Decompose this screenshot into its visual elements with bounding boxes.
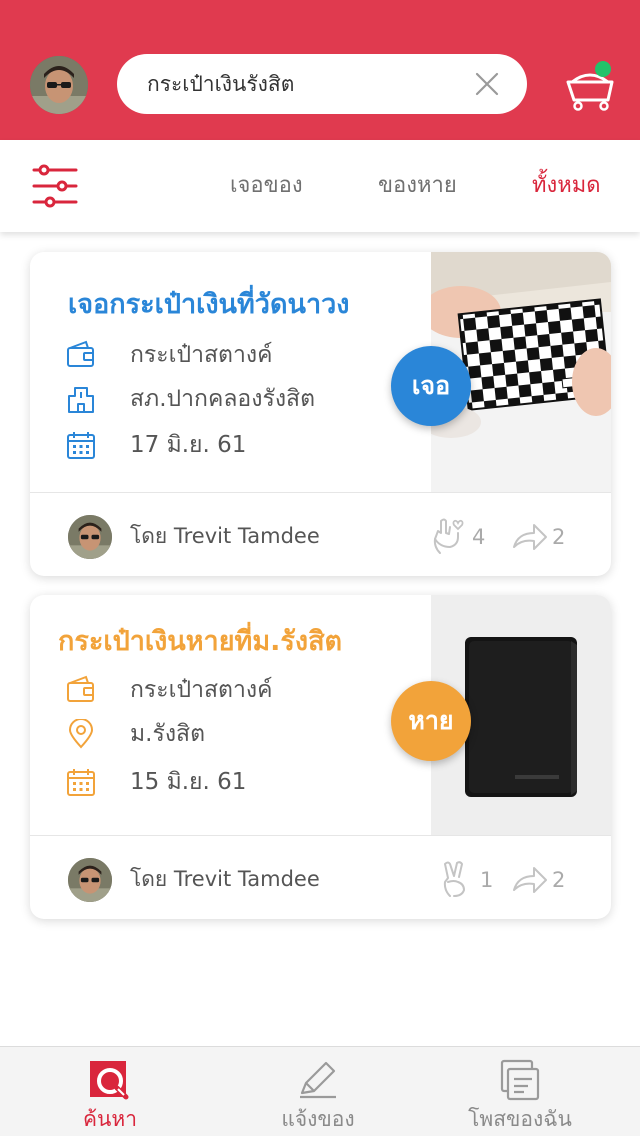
place: ม.รังสิต xyxy=(130,721,206,747)
item-type: กระเป๋าสตางค์ xyxy=(130,342,273,368)
cart-icon[interactable] xyxy=(564,60,616,112)
post-date: 17 มิ.ย. 61 xyxy=(130,432,247,458)
tab-lost[interactable]: ของหาย xyxy=(378,140,457,232)
user-avatar[interactable] xyxy=(30,56,88,114)
search-bar xyxy=(117,54,527,114)
calendar-icon xyxy=(66,430,96,460)
share-count: 2 xyxy=(552,868,566,892)
share-icon xyxy=(512,517,548,555)
location-pin-icon xyxy=(66,718,96,749)
author-name: โดย Trevit Tamdee xyxy=(130,524,320,548)
post-card[interactable]: เจอกระเป๋าเงินที่วัดนาวง กระเป๋าสตางค์ ส… xyxy=(30,252,611,576)
nav-my-posts[interactable]: โพสของฉัน xyxy=(440,1047,600,1136)
post-card[interactable]: กระเป๋าเงินหายที่ม.รังสิต กระเป๋าสตางค์ … xyxy=(30,595,611,919)
author-avatar[interactable] xyxy=(68,515,112,559)
like-count: 1 xyxy=(480,868,494,892)
author-avatar[interactable] xyxy=(68,858,112,902)
share-icon xyxy=(512,860,548,898)
bottom-nav: ค้นหา แจ้งของ โพสของฉัน xyxy=(0,1046,640,1136)
search-icon xyxy=(88,1059,132,1101)
post-footer: โดย Trevit Tamdee 1 2 xyxy=(30,835,611,919)
share-count: 2 xyxy=(552,525,566,549)
nav-label: ค้นหา xyxy=(82,1107,138,1131)
author-name: โดย Trevit Tamdee xyxy=(130,867,320,891)
nav-label: แจ้งของ xyxy=(281,1107,355,1131)
hand-heart-icon xyxy=(432,517,468,555)
close-icon[interactable] xyxy=(473,70,501,98)
notification-dot xyxy=(595,61,611,77)
post-footer: โดย Trevit Tamdee 4 2 xyxy=(30,492,611,576)
nav-search[interactable]: ค้นหา xyxy=(30,1047,190,1136)
sliders-icon[interactable] xyxy=(32,162,78,210)
search-input[interactable] xyxy=(147,54,467,114)
post-title: เจอกระเป๋าเงินที่วัดนาวง xyxy=(68,289,350,320)
police-station-icon xyxy=(66,384,96,414)
my-posts-icon xyxy=(498,1059,542,1101)
tab-all[interactable]: ทั้งหมด xyxy=(532,140,601,232)
wallet-icon xyxy=(66,675,96,705)
item-type: กระเป๋าสตางค์ xyxy=(130,677,273,703)
wallet-icon xyxy=(66,340,96,370)
post-date: 15 มิ.ย. 61 xyxy=(130,769,247,795)
calendar-icon xyxy=(66,767,96,797)
app-header xyxy=(0,0,640,140)
pencil-icon xyxy=(296,1059,340,1101)
post-title: กระเป๋าเงินหายที่ม.รังสิต xyxy=(58,626,343,657)
place: สภ.ปากคลองรังสิต xyxy=(130,386,316,412)
nav-report[interactable]: แจ้งของ xyxy=(238,1047,398,1136)
peace-hand-icon xyxy=(440,860,476,898)
filter-bar: เจอของ ของหาย ทั้งหมด xyxy=(0,140,640,232)
nav-label: โพสของฉัน xyxy=(468,1107,572,1131)
found-badge: เจอ xyxy=(391,346,471,426)
lost-badge: หาย xyxy=(391,681,471,761)
tab-found[interactable]: เจอของ xyxy=(230,140,303,232)
like-count: 4 xyxy=(472,525,486,549)
